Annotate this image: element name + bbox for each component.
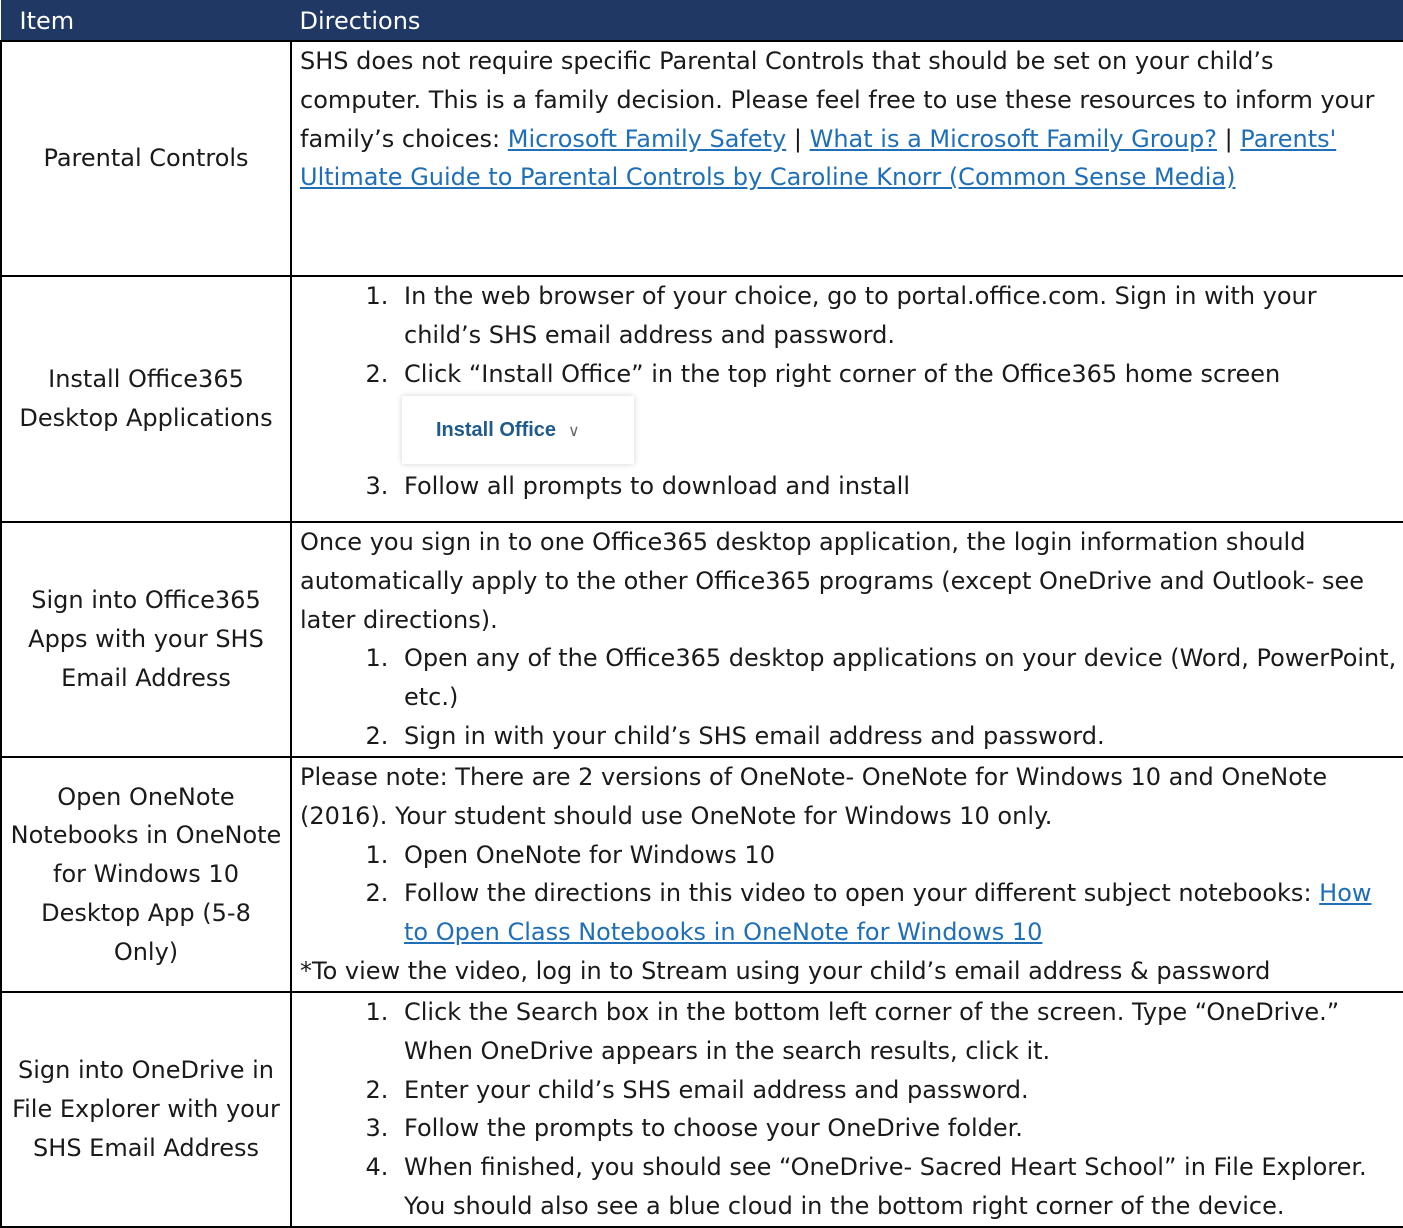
list-item: Follow all prompts to download and insta… — [396, 467, 1397, 506]
directions-cell: Click the Search box in the bottom left … — [290, 991, 1403, 1228]
steps-list: Open OneNote for Windows 10 Follow the d… — [300, 836, 1397, 952]
steps-list: Open any of the Office365 desktop applic… — [300, 639, 1397, 755]
intro-text: Once you sign in to one Office365 deskto… — [300, 528, 1365, 634]
header-row: Item Directions — [0, 0, 1403, 42]
list-item: Open any of the Office365 desktop applic… — [396, 639, 1397, 717]
directions-cell: Please note: There are 2 versions of One… — [290, 756, 1403, 993]
list-item: Open OneNote for Windows 10 — [396, 836, 1397, 875]
list-item: Click “Install Office” in the top right … — [396, 355, 1397, 468]
header-directions: Directions — [290, 0, 1403, 42]
list-item: In the web browser of your choice, go to… — [396, 277, 1397, 355]
directions-cell: Once you sign in to one Office365 deskto… — [290, 521, 1403, 758]
link-separator: | — [1216, 124, 1241, 153]
link-separator: | — [786, 124, 810, 153]
item-cell: Parental Controls — [0, 40, 292, 277]
step-text: Follow the directions in this video to o… — [404, 879, 1320, 908]
list-item: Click the Search box in the bottom left … — [396, 993, 1397, 1071]
list-item: Follow the directions in this video to o… — [396, 874, 1397, 952]
item-cell: Sign into Office365 Apps with your SHS E… — [0, 521, 292, 758]
link-microsoft-family-group[interactable]: What is a Microsoft Family Group? — [810, 125, 1217, 153]
item-cell: Install Office365 Desktop Applications — [0, 275, 292, 523]
table-row: Install Office365 Desktop Applications I… — [0, 275, 1403, 523]
install-office-label: Install Office — [436, 419, 557, 442]
item-cell: Sign into OneDrive in File Explorer with… — [0, 991, 292, 1228]
table-row: Parental Controls SHS does not require s… — [0, 40, 1403, 277]
steps-list: Click the Search box in the bottom left … — [300, 993, 1397, 1226]
video-note: *To view the video, log in to Stream usi… — [300, 956, 1271, 985]
list-item: Follow the prompts to choose your OneDri… — [396, 1109, 1397, 1148]
directions-cell: SHS does not require specific Parental C… — [290, 40, 1403, 277]
list-item: Sign in with your child’s SHS email addr… — [396, 717, 1397, 756]
directions-cell: In the web browser of your choice, go to… — [290, 275, 1403, 523]
table-row: Sign into Office365 Apps with your SHS E… — [0, 521, 1403, 758]
link-microsoft-family-safety[interactable]: Microsoft Family Safety — [508, 125, 786, 153]
install-office-button[interactable]: Install Office ∨ — [402, 396, 634, 465]
chevron-down-icon: ∨ — [568, 423, 580, 441]
list-item: Enter your child’s SHS email address and… — [396, 1071, 1397, 1110]
steps-list: In the web browser of your choice, go to… — [300, 277, 1397, 506]
header-item: Item — [0, 0, 292, 42]
item-cell: Open OneNote Notebooks in OneNote for Wi… — [0, 756, 292, 993]
directions-table: Item Directions Parental Controls SHS do… — [0, 0, 1403, 1228]
intro-text: Please note: There are 2 versions of One… — [300, 763, 1328, 830]
step-text: Click “Install Office” in the top right … — [404, 359, 1281, 388]
table-row: Open OneNote Notebooks in OneNote for Wi… — [0, 756, 1403, 993]
list-item: When finished, you should see “OneDrive-… — [396, 1148, 1397, 1226]
table-row: Sign into OneDrive in File Explorer with… — [0, 991, 1403, 1228]
